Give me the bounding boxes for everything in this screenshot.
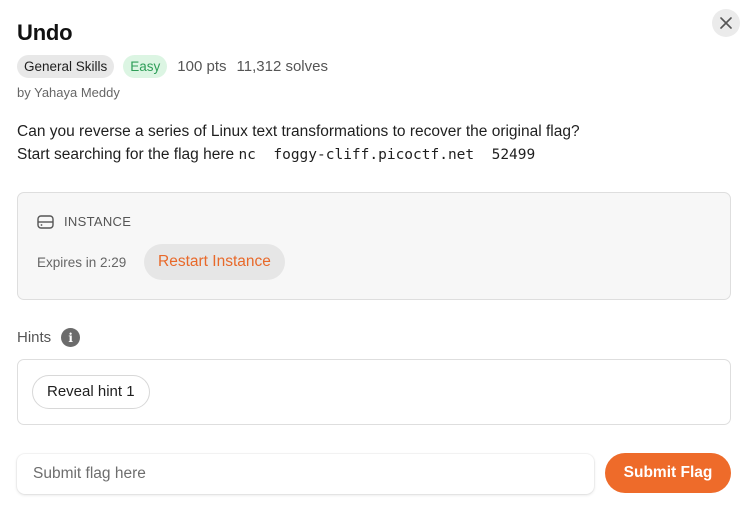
instance-panel: INSTANCE Expires in 2:29 Restart Instanc… [17, 192, 731, 300]
flag-input[interactable] [17, 454, 594, 494]
description-prefix: Start searching for the flag here [17, 146, 239, 163]
author-credit: by Yahaya Meddy [17, 85, 120, 100]
hints-label: Hints [17, 329, 52, 346]
restart-instance-button[interactable]: Restart Instance [144, 244, 285, 280]
hints-panel: Reveal hint 1 [17, 359, 731, 425]
description-line-1: Can you reverse a series of Linux text t… [17, 123, 580, 140]
category-badge: General Skills [17, 55, 115, 78]
solves-count: 11,312 solves [236, 58, 328, 75]
close-button[interactable] [712, 9, 740, 37]
hints-header: Hints i [17, 328, 81, 347]
description-line-2: Start searching for the flag here nc fog… [17, 143, 727, 167]
connection-command: nc foggy-cliff.picoctf.net 52499 [238, 147, 536, 163]
expiry-timer: Expires in 2:29 [37, 255, 127, 270]
challenge-title: Undo [17, 20, 73, 45]
server-icon [37, 214, 54, 229]
challenge-description: Can you reverse a series of Linux text t… [17, 120, 727, 167]
points-value: 100 pts [177, 58, 227, 75]
submit-flag-button[interactable]: Submit Flag [605, 453, 731, 493]
instance-label: INSTANCE [64, 214, 132, 229]
instance-header: INSTANCE [37, 214, 131, 229]
info-icon[interactable]: i [61, 328, 81, 347]
challenge-meta: General Skills Easy 100 pts 11,312 solve… [17, 55, 328, 78]
reveal-hint-button[interactable]: Reveal hint 1 [32, 375, 150, 409]
challenge-modal: Undo General Skills Easy 100 pts 11,312 … [0, 0, 747, 512]
close-icon [720, 17, 732, 29]
difficulty-badge: Easy [123, 55, 168, 78]
